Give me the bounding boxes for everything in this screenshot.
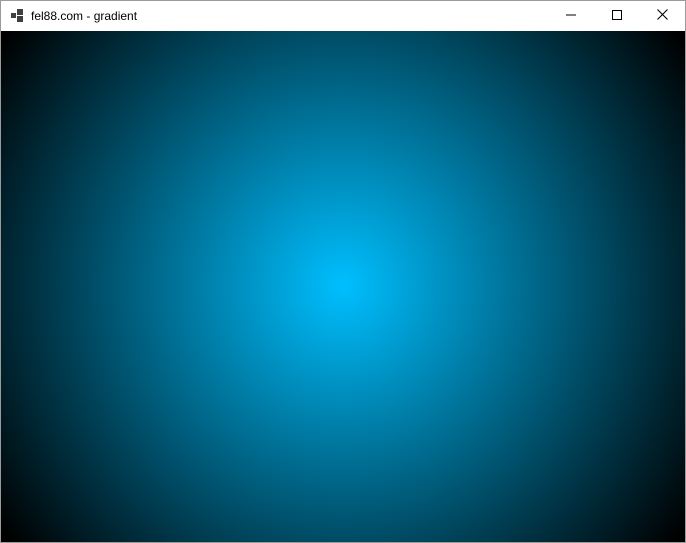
window-title: fel88.com - gradient <box>31 9 138 23</box>
title-bar[interactable]: fel88.com - gradient <box>1 1 685 31</box>
app-window: fel88.com - gradient <box>0 0 686 543</box>
maximize-icon <box>612 7 622 25</box>
gradient-canvas[interactable] <box>1 31 685 542</box>
minimize-icon <box>566 7 576 25</box>
app-window-icon <box>11 9 24 22</box>
gradient-surface <box>1 31 685 542</box>
maximize-button[interactable] <box>594 1 640 31</box>
minimize-button[interactable] <box>548 1 594 31</box>
gradient-fill <box>1 31 685 542</box>
close-button[interactable] <box>639 1 685 31</box>
close-icon <box>656 7 668 25</box>
